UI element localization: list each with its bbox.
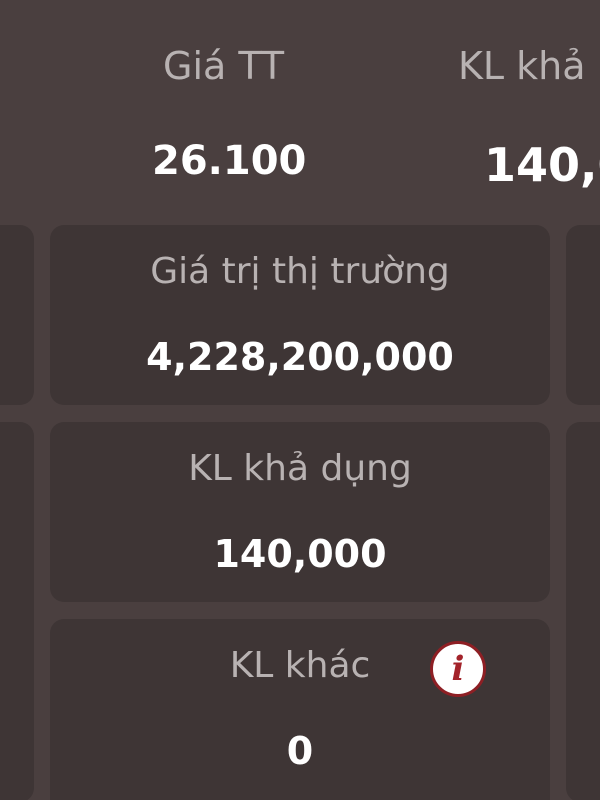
market-price-label: Giá TT bbox=[163, 44, 285, 88]
other-qty-value: 0 bbox=[286, 729, 314, 773]
available-qty-card: KL khả dụng 140,000 bbox=[50, 422, 550, 602]
available-qty-value: 140,000 bbox=[213, 532, 387, 576]
other-qty-card: KL khác i 0 bbox=[50, 619, 550, 800]
available-qty-label: KL khả dụng bbox=[188, 448, 412, 489]
market-value-label: Giá trị thị trường bbox=[150, 251, 450, 292]
card-right-partial-1 bbox=[566, 225, 600, 405]
market-value-value: 4,228,200,000 bbox=[146, 335, 454, 379]
card-left-partial-1 bbox=[0, 225, 34, 405]
available-qty-header-label: KL khả bbox=[458, 44, 586, 88]
portfolio-detail-screen: Giá TT KL khả 26.100 140,0 Giá trị thị t… bbox=[0, 0, 600, 800]
card-left-partial-2 bbox=[0, 422, 34, 800]
available-qty-header-value: 140,0 bbox=[484, 138, 600, 192]
card-right-partial-2 bbox=[566, 422, 600, 800]
market-price-value: 26.100 bbox=[152, 138, 307, 184]
market-value-card: Giá trị thị trường 4,228,200,000 bbox=[50, 225, 550, 405]
info-icon[interactable]: i bbox=[430, 641, 486, 697]
